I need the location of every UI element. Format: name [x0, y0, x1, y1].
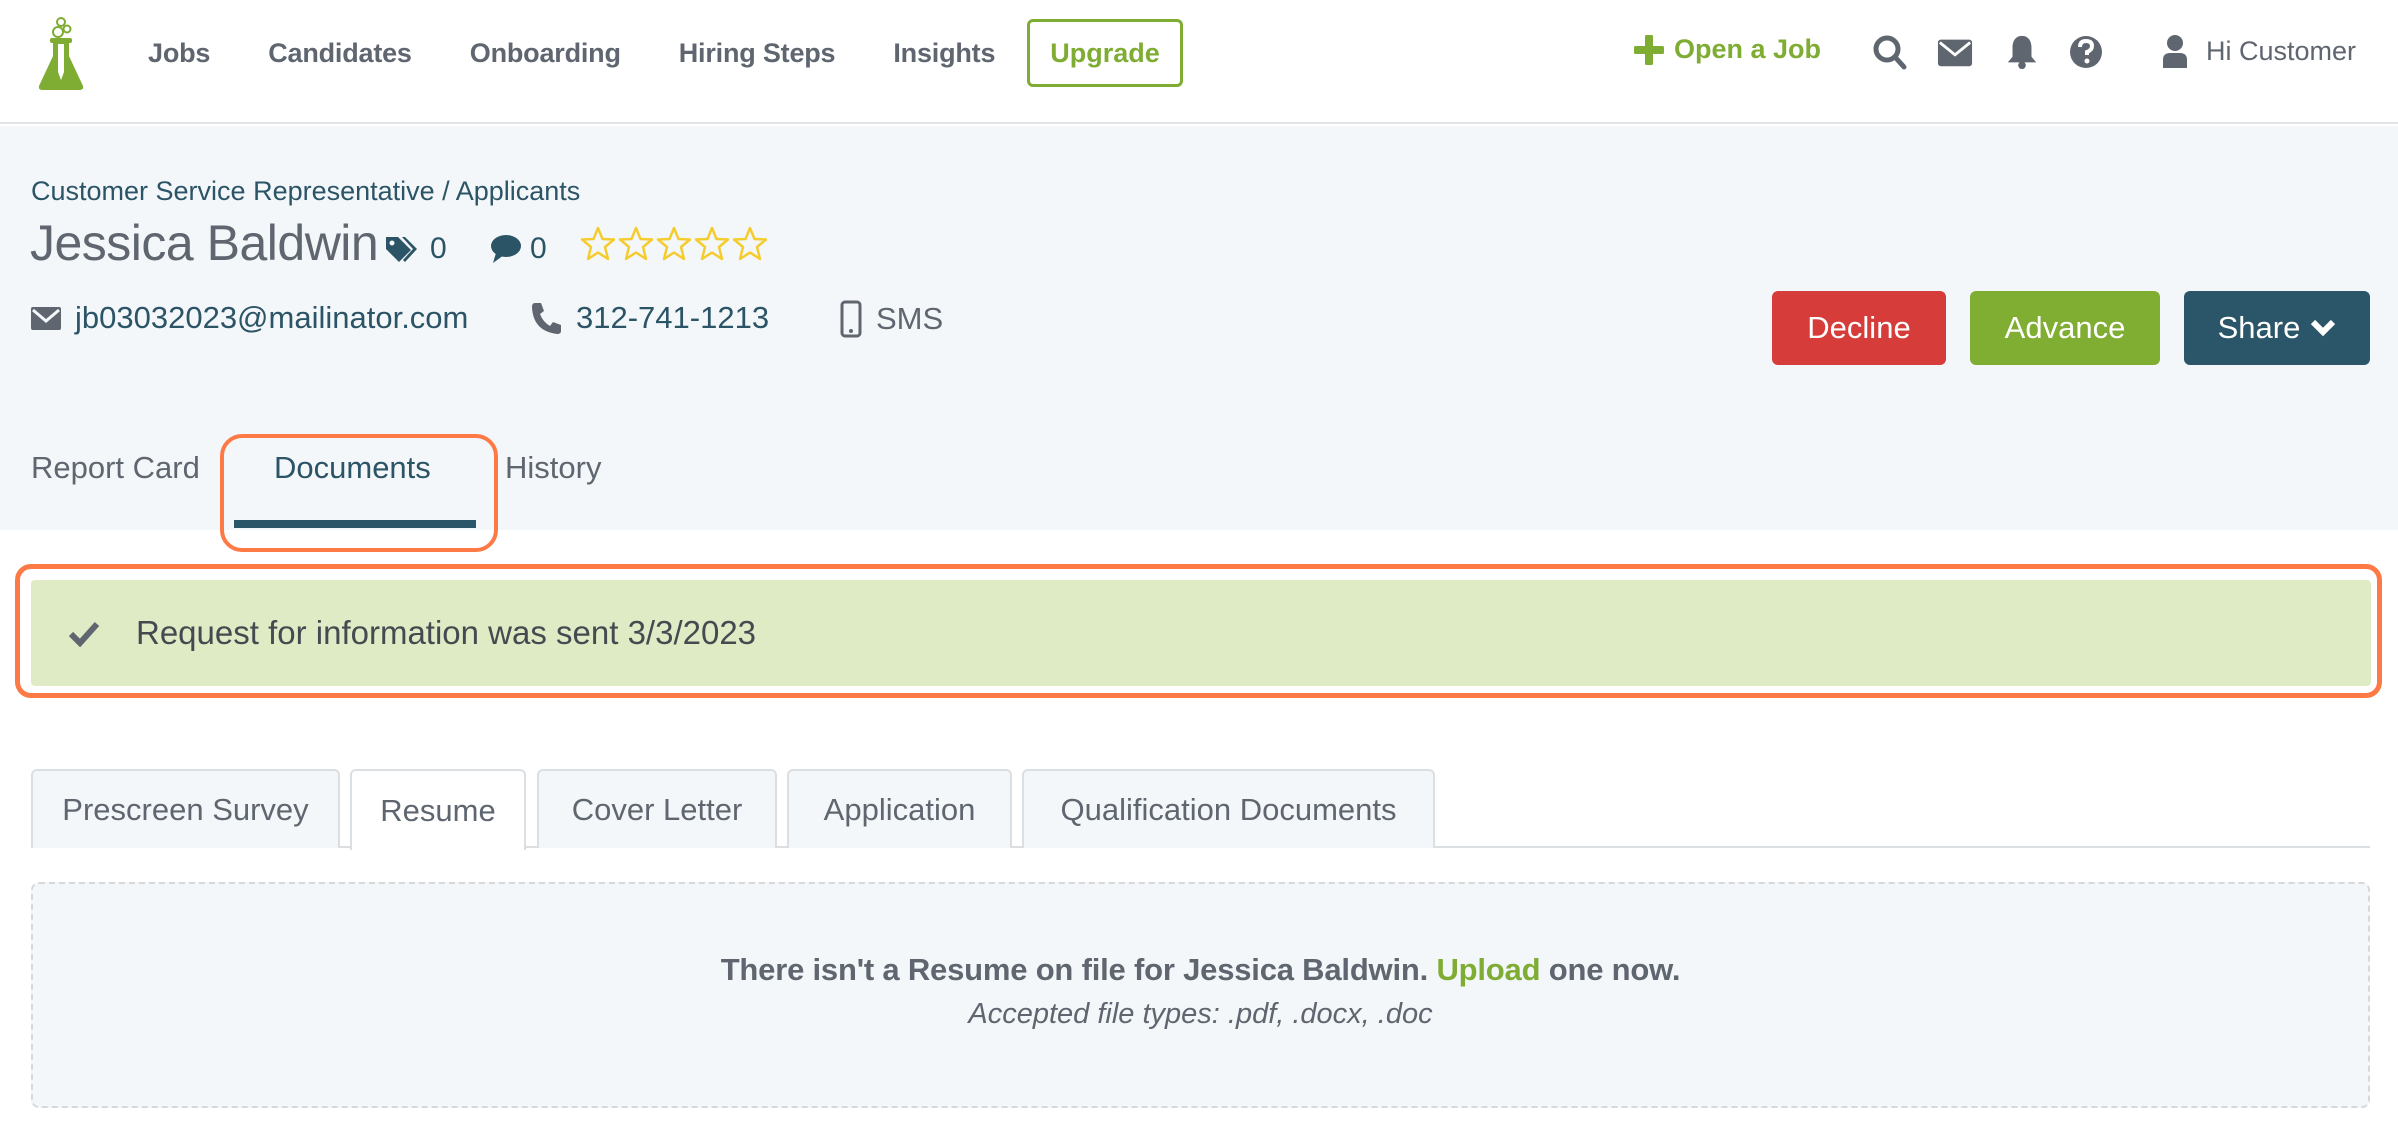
alert-message: Request for information was sent 3/3/202…	[136, 614, 757, 651]
tab-report-card[interactable]: Report Card	[31, 450, 200, 486]
empty-state-suffix: one now.	[1540, 952, 1681, 987]
resume-empty-state: There isn't a Resume on file for Jessica…	[31, 882, 2370, 1108]
tags-counter[interactable]: 0	[384, 232, 447, 266]
tags-icon	[386, 237, 417, 262]
star-icon[interactable]	[732, 226, 768, 262]
accepted-file-types: Accepted file types: .pdf, .docx, .doc	[968, 998, 1433, 1030]
upload-link[interactable]: Upload	[1436, 952, 1540, 987]
user-greeting: Hi Customer	[2206, 35, 2357, 66]
checkmark-icon	[68, 621, 100, 647]
question-icon[interactable]	[2068, 34, 2104, 70]
nav-onboarding[interactable]: Onboarding	[470, 38, 621, 69]
open-job-button[interactable]: Open a Job	[1634, 34, 1821, 65]
search-icon[interactable]	[1872, 34, 1908, 70]
nav-candidates[interactable]: Candidates	[268, 38, 412, 69]
email-contact[interactable]: jb03032023@mailinator.com	[31, 300, 468, 336]
active-tab-indicator	[234, 520, 476, 528]
tab-history[interactable]: History	[505, 450, 601, 486]
nav-hiring-steps[interactable]: Hiring Steps	[679, 38, 836, 69]
doc-tab-cover-letter[interactable]: Cover Letter	[537, 769, 777, 848]
flask-logo-icon[interactable]	[36, 16, 86, 92]
empty-state-prefix: There isn't a Resume on file for Jessica…	[720, 952, 1437, 987]
mobile-phone-icon	[840, 300, 862, 338]
tab-documents[interactable]: Documents	[274, 450, 431, 486]
chevron-down-icon	[2311, 319, 2336, 337]
comments-count: 0	[530, 232, 547, 265]
open-job-label: Open a Job	[1674, 34, 1822, 64]
empty-state-message: There isn't a Resume on file for Jessica…	[33, 952, 2368, 988]
doc-tab-resume[interactable]: Resume	[350, 769, 526, 850]
top-navbar: Jobs Candidates Onboarding Hiring Steps …	[0, 0, 2398, 124]
decline-button[interactable]: Decline	[1772, 291, 1946, 365]
comment-icon	[491, 235, 521, 263]
envelope-icon[interactable]	[1937, 34, 1973, 70]
breadcrumb-job-link[interactable]: Customer Service Representative	[31, 176, 435, 206]
star-icon[interactable]	[694, 226, 730, 262]
main-nav: Jobs Candidates Onboarding Hiring Steps …	[148, 0, 1053, 106]
star-rating[interactable]	[580, 226, 770, 262]
sms-label: SMS	[876, 301, 944, 336]
star-icon[interactable]	[580, 226, 616, 262]
success-alert: Request for information was sent 3/3/202…	[31, 580, 2371, 686]
doc-tab-qualification-documents[interactable]: Qualification Documents	[1022, 769, 1435, 848]
sms-contact[interactable]: SMS	[840, 300, 943, 338]
envelope-icon	[31, 307, 61, 330]
upgrade-button[interactable]: Upgrade	[1027, 19, 1183, 87]
breadcrumb-separator: /	[434, 176, 456, 206]
plus-icon	[1634, 34, 1664, 65]
advance-button[interactable]: Advance	[1970, 291, 2160, 365]
nav-insights[interactable]: Insights	[893, 38, 995, 69]
candidate-email[interactable]: jb03032023@mailinator.com	[75, 300, 468, 336]
comments-counter[interactable]: 0	[490, 232, 547, 266]
breadcrumb-applicants-link[interactable]: Applicants	[456, 176, 581, 206]
user-icon	[2163, 35, 2187, 68]
breadcrumb: Customer Service Representative / Applic…	[31, 176, 580, 207]
doc-tab-prescreen-survey[interactable]: Prescreen Survey	[31, 769, 340, 848]
phone-contact[interactable]: 312-741-1213	[530, 300, 769, 336]
share-button[interactable]: Share	[2184, 291, 2370, 365]
doc-tab-application[interactable]: Application	[787, 769, 1012, 848]
document-tabs: Prescreen Survey Resume Cover Letter App…	[31, 769, 2370, 850]
star-icon[interactable]	[618, 226, 654, 262]
candidate-name: Jessica Baldwin	[30, 215, 379, 271]
tags-count: 0	[430, 232, 447, 265]
candidate-phone[interactable]: 312-741-1213	[576, 300, 769, 336]
star-icon[interactable]	[656, 226, 692, 262]
phone-icon	[532, 303, 561, 334]
share-label: Share	[2217, 310, 2301, 345]
user-menu[interactable]: Hi Customer	[2162, 34, 2356, 68]
bell-icon[interactable]	[2004, 34, 2040, 70]
nav-jobs[interactable]: Jobs	[148, 38, 210, 69]
